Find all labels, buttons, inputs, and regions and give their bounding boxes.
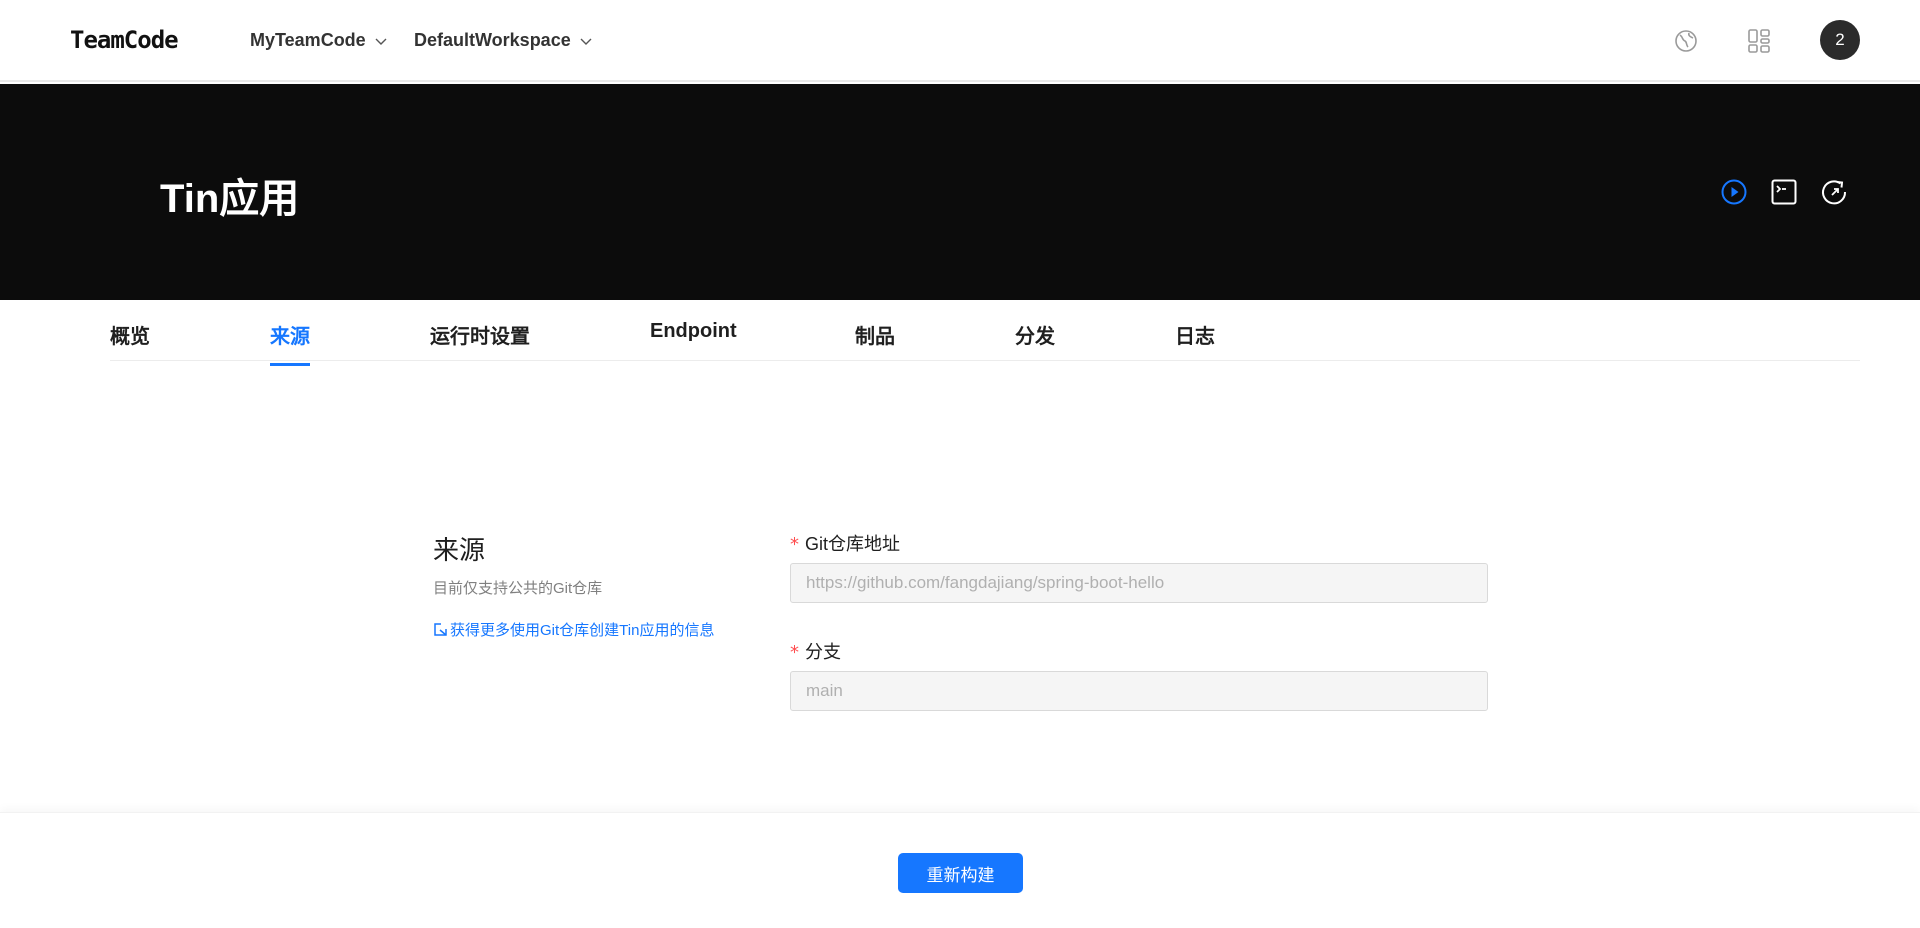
app-tabs: 概览 来源 运行时设置 Endpoint 制品 分发 日志 (110, 300, 1860, 366)
chevron-down-icon (580, 38, 592, 45)
git-repo-label-text: Git仓库地址 (805, 534, 901, 554)
tab-endpoint[interactable]: Endpoint (650, 320, 737, 357)
globe-icon[interactable] (1672, 27, 1700, 55)
required-asterisk: * (790, 534, 799, 555)
tab-source[interactable]: 来源 (270, 320, 310, 366)
footer-bar: 重新构建 (0, 812, 1920, 928)
branch-label-text: 分支 (805, 642, 841, 662)
app-hero-banner: Tin应用 (0, 84, 1920, 300)
git-repo-label: * Git仓库地址 (790, 530, 900, 556)
teamcode-logo[interactable]: TeamCode (70, 26, 179, 54)
app-title: Tin应用 (160, 177, 300, 221)
apps-icon[interactable] (1745, 27, 1773, 55)
redeploy-icon[interactable] (1819, 177, 1849, 207)
required-asterisk: * (790, 642, 799, 663)
external-link-icon (434, 623, 447, 636)
tab-artifacts[interactable]: 制品 (855, 320, 895, 363)
tab-runtime-settings[interactable]: 运行时设置 (430, 320, 530, 363)
team-selector-label: MyTeamCode (250, 30, 366, 50)
source-section-title: 来源 (433, 535, 486, 565)
workspace-selector[interactable]: DefaultWorkspace (414, 30, 593, 51)
play-circle-icon[interactable] (1719, 177, 1749, 207)
tab-distribution[interactable]: 分发 (1015, 320, 1055, 363)
source-section-description: 目前仅支持公共的Git仓库 (433, 580, 603, 597)
team-selector[interactable]: MyTeamCode (250, 30, 388, 51)
workspace-selector-label: DefaultWorkspace (414, 30, 571, 50)
avatar-badge-text: 2 (1835, 30, 1845, 49)
chevron-down-icon (375, 38, 387, 45)
top-header: TeamCode MyTeamCode DefaultWorkspace 2 (0, 0, 1920, 82)
branch-label: * 分支 (790, 638, 841, 664)
tab-logs[interactable]: 日志 (1175, 320, 1215, 363)
git-info-link[interactable]: 获得更多使用Git仓库创建Tin应用的信息 (433, 619, 714, 640)
git-info-link-label: 获得更多使用Git仓库创建Tin应用的信息 (450, 622, 715, 639)
git-repo-url-input[interactable] (790, 563, 1488, 603)
rebuild-button[interactable]: 重新构建 (898, 853, 1023, 893)
terminal-icon[interactable] (1769, 177, 1799, 207)
user-avatar[interactable]: 2 (1820, 20, 1860, 60)
branch-input[interactable] (790, 671, 1488, 711)
tab-overview[interactable]: 概览 (110, 320, 150, 363)
